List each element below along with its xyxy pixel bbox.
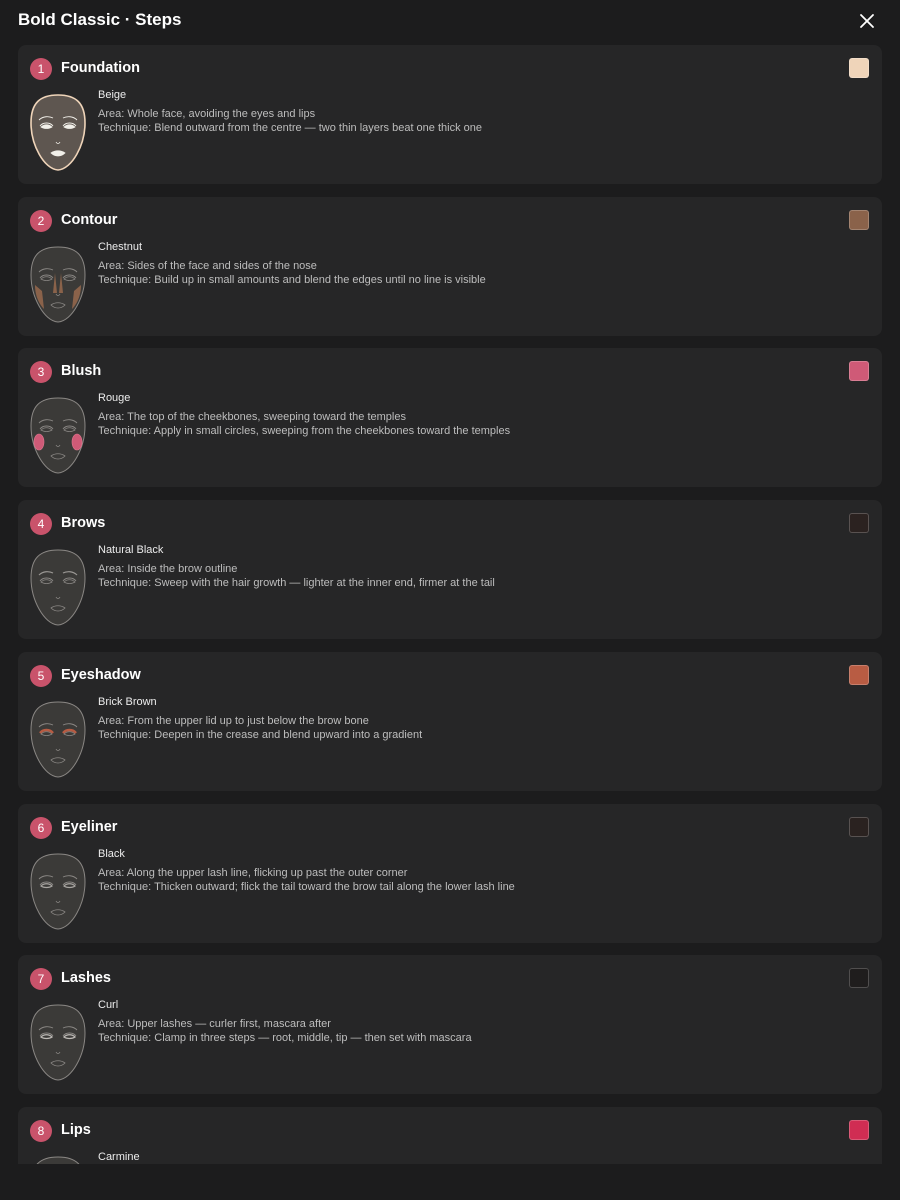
shade-swatch	[849, 513, 869, 534]
sheet-header: Bold Classic · Steps	[0, 0, 900, 44]
application-area: Area: Whole face, avoiding the eyes and …	[98, 108, 316, 120]
shade-name: Curl	[98, 999, 119, 1012]
shade-swatch	[849, 664, 869, 685]
step-title: Lips	[61, 1121, 91, 1138]
application-area: Area: Inside the brow outline	[98, 563, 238, 576]
step-card-brows[interactable]: 4 Brows Natural Black Area: Inside the b…	[18, 500, 882, 640]
technique-text: Technique: Sweep with the hair growth — …	[98, 577, 495, 590]
shade-swatch	[849, 1119, 869, 1140]
shade-name: Brick Brown	[98, 695, 157, 708]
application-area: Area: Sides of the face and sides of the…	[98, 259, 317, 272]
face-diagram-icon	[30, 1004, 86, 1081]
step-number-badge: 2	[30, 209, 52, 232]
face-diagram-icon	[30, 701, 86, 778]
step-title: Brows	[61, 515, 106, 532]
face-diagram-icon	[30, 549, 86, 626]
step-card-contour[interactable]: 2 Contour Chestnut Area: Sides of the fa…	[18, 196, 882, 336]
step-card-lips[interactable]: 8 Lips Carmine	[18, 1106, 882, 1164]
shade-swatch	[849, 209, 869, 230]
page-title: Bold Classic · Steps	[18, 10, 182, 29]
step-number-badge: 6	[30, 816, 52, 839]
face-diagram-icon	[30, 852, 86, 930]
technique-text: Technique: Clamp in three steps — root, …	[98, 1032, 472, 1045]
step-number-badge: 4	[30, 513, 52, 536]
shade-swatch	[849, 361, 869, 382]
technique-text: Technique: Build up in small amounts and…	[98, 273, 486, 286]
step-card-foundation[interactable]: 1 Foundation Beige Area: Whole face, avo…	[18, 45, 882, 184]
shade-name: Beige	[98, 89, 127, 101]
shade-swatch	[849, 816, 869, 837]
step-number-badge: 7	[30, 968, 52, 991]
face-diagram-icon	[30, 397, 86, 474]
step-title: Eyeliner	[61, 818, 118, 835]
close-icon	[860, 14, 874, 28]
close-button[interactable]	[855, 9, 879, 33]
shade-name: Natural Black	[98, 544, 164, 557]
step-card-blush[interactable]: 3 Blush Rouge Area: The top of the cheek…	[18, 348, 882, 488]
step-card-eyeliner[interactable]: 6 Eyeliner Black Area: Along the upper l…	[18, 803, 882, 943]
shade-swatch	[849, 968, 869, 989]
technique-text: Technique: Deepen in the crease and blen…	[98, 728, 423, 741]
step-title: Lashes	[61, 970, 111, 987]
technique-text: Technique: Blend outward from the centre…	[98, 122, 482, 134]
face-diagram-icon	[30, 246, 86, 323]
step-number-badge: 5	[30, 664, 52, 687]
step-title: Contour	[61, 211, 118, 228]
technique-text: Technique: Thicken outward; flick the ta…	[98, 880, 515, 893]
step-card-eyeshadow[interactable]: 5 Eyeshadow Brick Brown Area: From the u…	[18, 651, 882, 791]
step-title: Blush	[61, 363, 102, 380]
step-number-badge: 8	[30, 1119, 52, 1142]
face-diagram-icon	[30, 94, 86, 171]
step-card-lashes[interactable]: 7 Lashes Curl Area: Upper lashes — curle…	[18, 955, 882, 1095]
step-title: Eyeshadow	[61, 666, 141, 683]
application-area: Area: The top of the cheekbones, sweepin…	[98, 411, 406, 424]
step-title: Foundation	[61, 60, 140, 76]
application-area: Area: Upper lashes — curler first, masca…	[98, 1018, 331, 1031]
shade-name: Carmine	[98, 1150, 140, 1163]
face-diagram-icon	[36, 1156, 80, 1164]
step-number-badge: 3	[30, 361, 52, 384]
step-number-badge: 1	[30, 58, 52, 80]
technique-text: Technique: Apply in small circles, sweep…	[98, 425, 511, 438]
application-area: Area: From the upper lid up to just belo…	[98, 714, 369, 727]
shade-name: Rouge	[98, 392, 131, 405]
steps-list[interactable]: 1 Foundation Beige Area: Whole face, avo…	[18, 45, 882, 1164]
shade-name: Chestnut	[98, 240, 143, 253]
shade-swatch	[849, 58, 869, 78]
application-area: Area: Along the upper lash line, flickin…	[98, 866, 408, 879]
shade-name: Black	[98, 847, 125, 860]
